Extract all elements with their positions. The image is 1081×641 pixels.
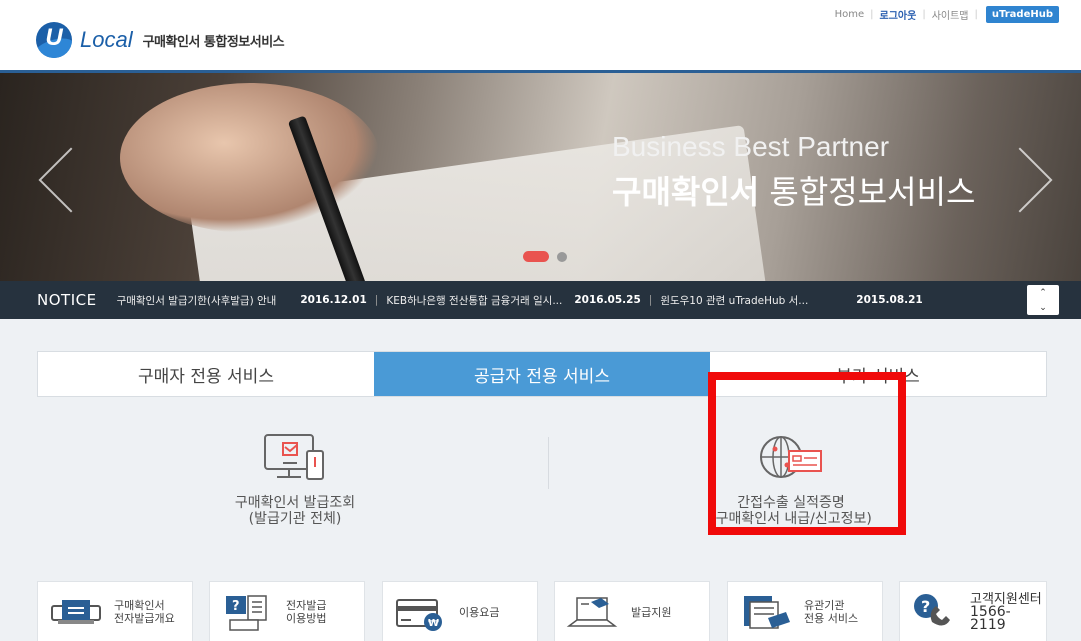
notice-scroll-control: ⌃ ⌄ (1027, 285, 1059, 315)
utradehub-link[interactable]: uTradeHub (985, 6, 1059, 23)
home-link[interactable]: Home (835, 9, 865, 20)
logo-word: Local (80, 27, 133, 52)
quick-link-label: 발급지원 (631, 605, 672, 619)
quick-link-label: 이용요금 (459, 605, 500, 619)
hero-title: 구매확인서 통합정보서비스 (612, 173, 976, 211)
tab-supplier-services[interactable]: 공급자 전용 서비스 (374, 352, 710, 396)
monitor-mobile-icon (255, 429, 335, 489)
next-slide-icon[interactable] (1021, 143, 1051, 213)
quick-link-customer-center[interactable]: ? 고객지원센터 1566-2119 (899, 581, 1047, 641)
logo-mark-icon: U (36, 22, 72, 58)
quick-link-label: 구매확인서 전자발급개요 (114, 599, 175, 625)
service-purchase-confirmation-inquiry[interactable]: 구매확인서 발급조회 (발급기관 전체) (190, 429, 400, 527)
service-divider (548, 437, 549, 489)
notice-item[interactable]: 윈도우10 관련 uTradeHub 서... (660, 293, 808, 308)
hero-hand (120, 83, 380, 233)
quick-link-overview[interactable]: 구매확인서 전자발급개요 (37, 581, 193, 641)
notice-item[interactable]: KEB하나은행 전산통합 금융거래 일시... (386, 293, 562, 308)
phone-help-icon: ? (910, 592, 960, 632)
quick-link-label: 고객지원센터 1566-2119 (970, 591, 1042, 633)
header: U Local 구매확인서 통합정보서비스 Home | 로그아웃 | 사이트맵… (0, 0, 1081, 73)
logo[interactable]: U Local 구매확인서 통합정보서비스 (36, 22, 285, 58)
notice-date: 2016.12.01 (300, 294, 367, 306)
svg-text:?: ? (921, 597, 930, 616)
notice-list: 구매확인서 발급기한(사후발급) 안내 2016.12.01 | KEB하나은행… (116, 293, 923, 308)
notice-title: NOTICE (37, 291, 97, 309)
logout-link[interactable]: 로그아웃 (880, 7, 917, 22)
notice-item[interactable]: 구매확인서 발급기한(사후발급) 안내 (117, 293, 277, 308)
slide-pagination (523, 251, 567, 262)
scanner-icon (48, 592, 104, 632)
slide-dot[interactable] (557, 251, 567, 262)
svg-text:?: ? (232, 599, 240, 614)
hero-banner: Business Best Partner 구매확인서 통합정보서비스 (0, 73, 1081, 281)
highlight-box (708, 372, 906, 535)
notice-date: 2016.05.25 (574, 294, 641, 306)
quick-link-label: 유관기관 전용 서비스 (804, 599, 859, 625)
service-label-line2: (발급기관 전체) (248, 511, 342, 527)
service-area: 구매자 전용 서비스 공급자 전용 서비스 부가 서비스 구매확인서 발급조회 … (0, 319, 1081, 553)
quick-link-support[interactable]: 발급지원 (554, 581, 710, 641)
chevron-down-icon[interactable]: ⌄ (1039, 303, 1047, 313)
help-computer-icon: ? (220, 592, 276, 632)
quick-link-usage[interactable]: ? 전자발급 이용방법 (209, 581, 365, 641)
chevron-up-icon[interactable]: ⌃ (1039, 288, 1047, 298)
quick-link-institutions[interactable]: 유관기관 전용 서비스 (727, 581, 883, 641)
logo-subtitle: 구매확인서 통합정보서비스 (142, 34, 285, 50)
quick-link-label: 전자발급 이용방법 (286, 599, 327, 625)
svg-text:₩: ₩ (428, 618, 439, 629)
notice-bar: NOTICE 구매확인서 발급기한(사후발급) 안내 2016.12.01 | … (0, 281, 1081, 319)
utility-links: Home | 로그아웃 | 사이트맵 | uTradeHub (835, 6, 1059, 23)
quick-link-fees[interactable]: ₩ 이용요금 (382, 581, 538, 641)
hero-tagline: Business Best Partner (612, 131, 890, 162)
laptop-book-icon (565, 592, 621, 632)
documents-icon (738, 592, 794, 632)
quick-links: 구매확인서 전자발급개요 ? 전자발급 이용방법 ₩ 이용요금 발급지원 유관기… (0, 553, 1081, 641)
service-label-line1: 구매확인서 발급조회 (234, 495, 356, 511)
sitemap-link[interactable]: 사이트맵 (932, 7, 969, 22)
slide-dot-active[interactable] (523, 251, 549, 262)
prev-slide-icon[interactable] (40, 143, 70, 213)
tab-buyer-services[interactable]: 구매자 전용 서비스 (38, 352, 374, 396)
card-won-icon: ₩ (393, 592, 449, 632)
notice-date: 2015.08.21 (856, 294, 923, 306)
